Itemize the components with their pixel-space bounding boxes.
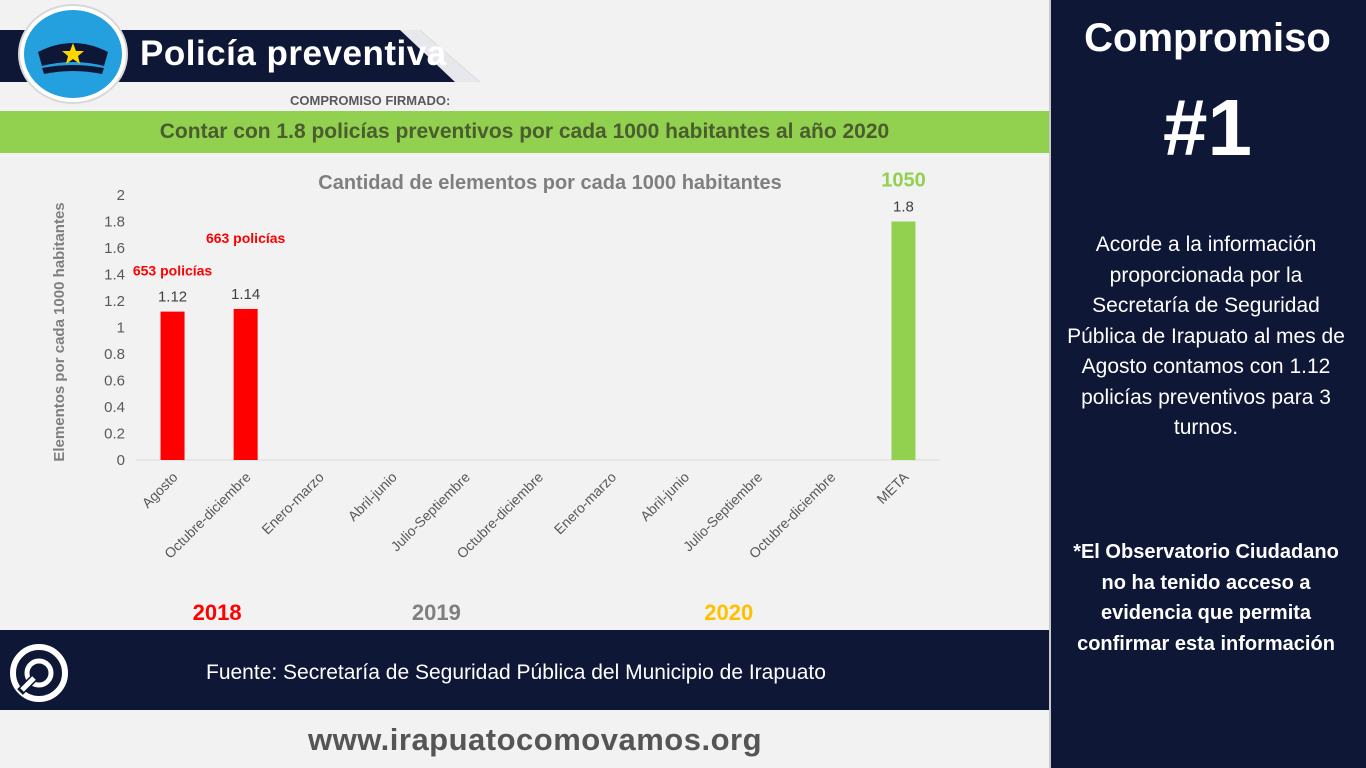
side-panel-title: Compromiso	[1084, 16, 1331, 60]
year-labels: 2018 2019 2020	[193, 600, 754, 625]
bar-chart: Cantidad de elementos por cada 1000 habi…	[51, 170, 940, 625]
page-title: Policía preventiva	[140, 34, 447, 73]
x-tick-label: Agosto	[139, 469, 181, 511]
side-panel-info: Acorde a la información proporcionada po…	[1067, 233, 1345, 439]
x-tick-label: Enero-marzo	[551, 469, 620, 538]
bar	[891, 221, 916, 460]
y-tick-label: 0.4	[104, 399, 125, 416]
y-axis-ticks: 0 0.2 0.4 0.6 0.8 1 1.2 1.4 1.6 1.8 2	[104, 187, 125, 469]
commitment-text: Contar con 1.8 policías preventivos por …	[159, 120, 890, 143]
data-label: 1.14	[231, 286, 260, 303]
x-tick-label: Abril-junio	[637, 469, 692, 524]
y-tick-label: 1.6	[104, 240, 125, 257]
y-tick-label: 2	[117, 187, 125, 204]
bar-annotation: 663 policías	[206, 230, 286, 246]
bar-annotation: 1050	[881, 170, 926, 192]
y-tick-label: 0	[117, 452, 125, 469]
year-group-label: 2018	[193, 600, 242, 625]
data-label: 1.8	[893, 199, 914, 216]
year-group-label: 2019	[412, 600, 461, 625]
observatory-logo-icon	[10, 644, 68, 702]
bar	[160, 311, 185, 460]
website-link[interactable]: www.irapuatocomovamos.org	[0, 722, 1070, 758]
side-panel-note: *El Observatorio Ciudadano no ha tenido …	[1073, 541, 1339, 655]
y-tick-label: 0.8	[104, 346, 125, 363]
police-cap-logo	[20, 6, 126, 102]
chart-title: Cantidad de elementos por cada 1000 habi…	[318, 172, 781, 194]
data-label: 1.12	[158, 289, 187, 306]
y-tick-label: 0.6	[104, 373, 125, 390]
y-tick-label: 1	[117, 320, 125, 337]
y-tick-label: 1.4	[104, 267, 125, 284]
x-tick-label: Enero-marzo	[258, 469, 327, 538]
x-tick-label: Julio-Septiembre	[680, 469, 766, 555]
x-axis-labels: AgostoOctubre-diciembre Enero-marzo Abril-…	[139, 468, 913, 561]
bars: 1.12 1.14 1.8 653 policías 663 policías 1050	[133, 170, 926, 460]
police-cap-icon	[38, 43, 108, 74]
x-tick-label: META	[873, 468, 912, 507]
y-tick-label: 1.2	[104, 293, 125, 310]
y-tick-label: 1.8	[104, 214, 125, 231]
bar-annotation: 653 policías	[133, 263, 213, 279]
source-text: Fuente: Secretaría de Seguridad Pública …	[206, 661, 826, 684]
x-tick-label: Julio-Septiembre	[387, 469, 473, 555]
y-axis-label: Elementos por cada 1000 habitantes	[51, 202, 68, 461]
commitment-number: #1	[1163, 83, 1252, 172]
signed-commitment-label: COMPROMISO FIRMADO:	[290, 93, 451, 108]
x-tick-label: Abril-junio	[345, 469, 400, 524]
bar	[233, 308, 258, 460]
y-tick-label: 0.2	[104, 426, 125, 443]
year-group-label: 2020	[704, 600, 753, 625]
